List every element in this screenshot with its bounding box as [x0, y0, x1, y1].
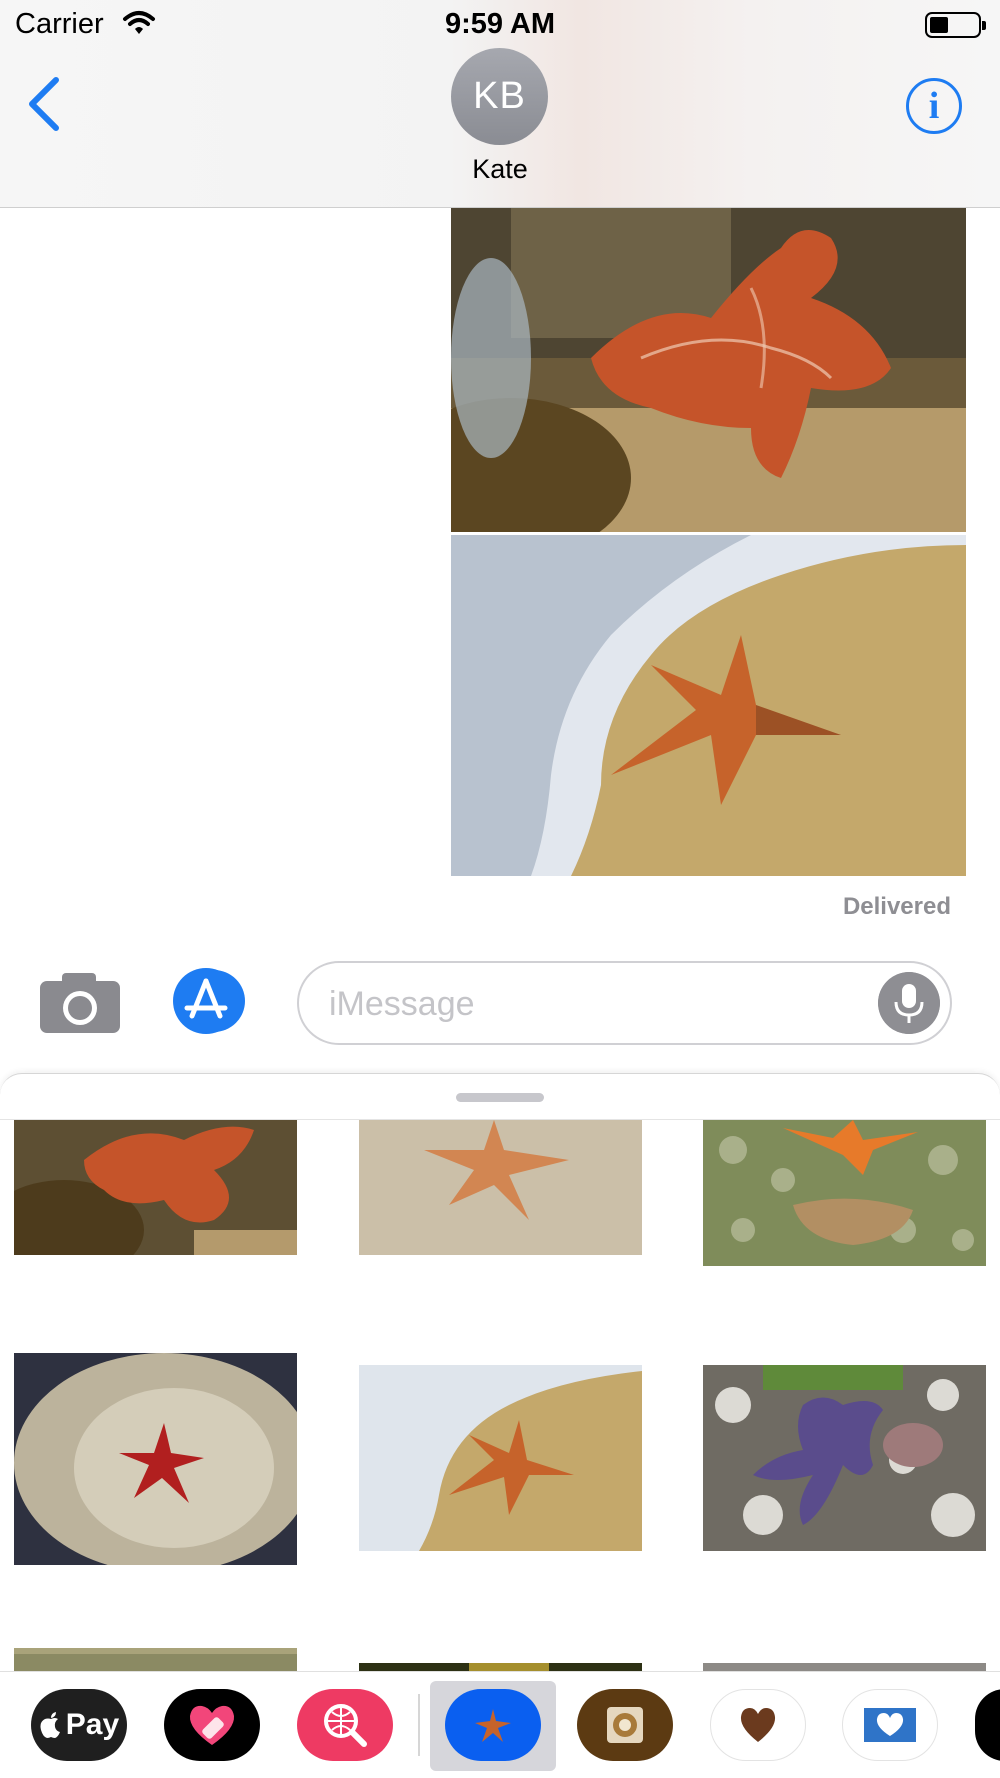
app-strip-divider — [418, 1694, 420, 1756]
app-store-icon[interactable] — [170, 968, 256, 1034]
sticker-starfish-rock[interactable] — [14, 1120, 297, 1255]
back-chevron-icon[interactable] — [24, 76, 64, 132]
sky-heart-app[interactable] — [842, 1689, 938, 1761]
contact-name[interactable]: Kate — [0, 154, 1000, 185]
heart-app[interactable] — [164, 1689, 260, 1761]
battery-icon — [925, 12, 986, 38]
starfish-sticker-app[interactable] — [445, 1689, 541, 1761]
status-time: 9:59 AM — [444, 8, 556, 40]
apple-logo-icon — [40, 1712, 60, 1738]
partial-app-icon[interactable] — [975, 1689, 1000, 1761]
wooden-heart-icon — [740, 1708, 776, 1742]
contact-avatar[interactable]: KB — [451, 48, 548, 145]
status-bar: Carrier 9:59 AM — [0, 0, 1000, 50]
wooden-heart-app[interactable] — [710, 1689, 806, 1761]
microphone-icon[interactable] — [878, 972, 940, 1034]
starfish-icon — [475, 1709, 511, 1742]
web-search-app[interactable] — [297, 1689, 393, 1761]
info-icon[interactable]: i — [906, 78, 962, 134]
message-photo-starfish-wave[interactable] — [451, 535, 966, 876]
sticker-row3-left[interactable] — [14, 1648, 297, 1672]
app-strip: Pay — [0, 1671, 1000, 1778]
globe-search-icon — [324, 1704, 367, 1747]
imessage-input[interactable]: iMessage — [297, 961, 952, 1045]
heart-bandage-icon — [189, 1705, 235, 1745]
coffee-cup-icon — [607, 1707, 643, 1743]
sticker-starfish-wave[interactable] — [359, 1365, 642, 1551]
imessage-placeholder: iMessage — [329, 985, 475, 1023]
sticker-starfish-pebbles[interactable] — [703, 1120, 986, 1266]
sticker-purple-starfish[interactable] — [703, 1365, 986, 1551]
sky-heart-icon — [864, 1708, 916, 1742]
apple-pay-app[interactable]: Pay — [31, 1689, 127, 1761]
sticker-starfish-sand[interactable] — [359, 1120, 642, 1255]
camera-icon[interactable] — [40, 971, 120, 1033]
delivered-status: Delivered — [842, 893, 951, 920]
sticker-red-starfish[interactable] — [14, 1353, 297, 1565]
message-photo-starfish-rock[interactable] — [451, 208, 966, 532]
apple-pay-label: Pay — [65, 1708, 120, 1741]
coffee-app[interactable] — [577, 1689, 673, 1761]
drawer-handle[interactable] — [456, 1093, 544, 1102]
